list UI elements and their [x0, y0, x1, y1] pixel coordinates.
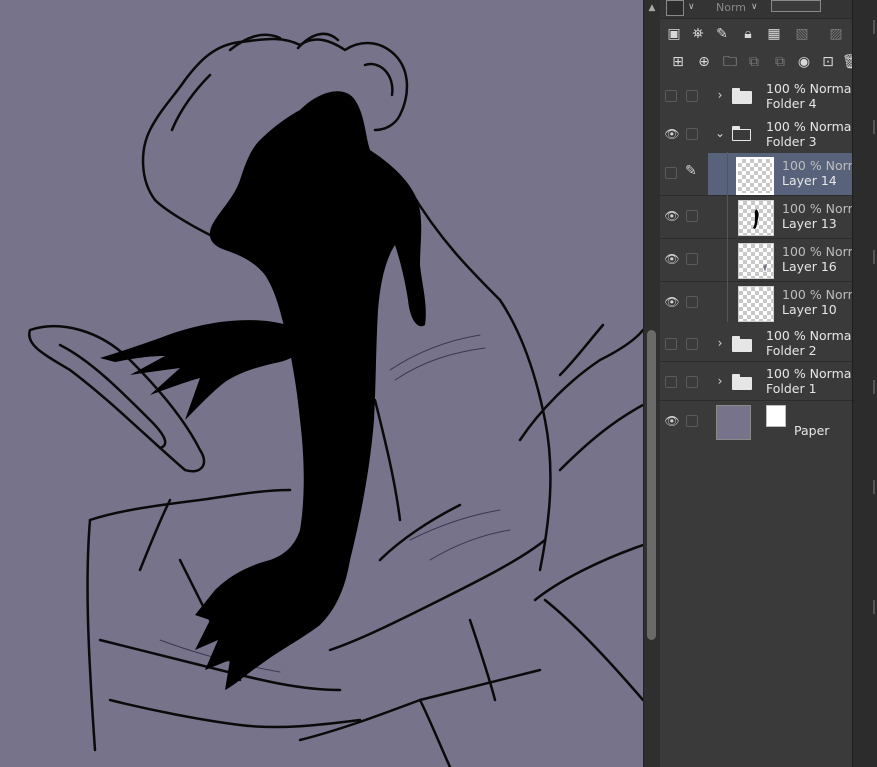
- artwork-sketch: [27, 32, 643, 767]
- open-folder-icon: [732, 126, 752, 142]
- layer-toolbar-row-2: ⊞ ⊕ 🗀︎ ⧉ ⧉ ◉ ⊡ 🗑︎: [660, 48, 860, 76]
- thumbnail-stroke: [763, 264, 767, 272]
- tree-indent-line: [727, 152, 728, 322]
- layer-color-swatch[interactable]: [666, 0, 684, 16]
- scroll-up-arrow-icon[interactable]: ▲: [646, 2, 658, 14]
- palette-divider: [873, 380, 875, 394]
- lock-icon[interactable]: 🔒︎: [738, 24, 758, 44]
- canvas-vertical-scrollbar[interactable]: ▲: [643, 0, 660, 767]
- paper-thumbnail: [716, 405, 751, 440]
- create-mask-icon[interactable]: ◉: [794, 52, 814, 72]
- layer-name: Folder 2: [766, 343, 817, 358]
- visibility-toggle[interactable]: [665, 90, 677, 102]
- side-palette-strip: [852, 0, 877, 767]
- thumbnail-figure: [753, 209, 759, 229]
- layer-panel: ∨ Norm ∨ ▣ ⛯ ✎ 🔒︎ ▦ ▧ ▨ ⊞ ⊕ 🗀︎ ⧉ ⧉ ◉ ⊡ 🗑…: [660, 0, 867, 767]
- layer-row-layer-10[interactable]: 👁︎ 100 % Norma Layer 10: [660, 282, 867, 325]
- blend-chevron-down-icon[interactable]: ∨: [751, 2, 758, 12]
- lock-toggle[interactable]: [686, 210, 698, 222]
- chevron-right-icon[interactable]: ›: [714, 374, 726, 388]
- pen-icon: ✎: [685, 163, 697, 179]
- palette-divider: [873, 600, 875, 614]
- opacity-slider[interactable]: [771, 0, 821, 12]
- layer-blend-label: 100 % Normal: [766, 81, 855, 96]
- folder-icon: [732, 336, 752, 352]
- layer-blend-label: 100 % Normal: [766, 328, 855, 343]
- palette-divider: [873, 20, 875, 34]
- layer-thumbnail: [736, 157, 774, 195]
- paper-layer-icon: [766, 405, 786, 427]
- layer-name: Paper: [794, 423, 830, 438]
- lock-toggle[interactable]: [686, 296, 698, 308]
- new-vector-layer-icon[interactable]: ⊕: [694, 52, 714, 72]
- lock-toggle[interactable]: [686, 128, 698, 140]
- lock-toggle[interactable]: [686, 253, 698, 265]
- lock-toggle[interactable]: [686, 338, 698, 350]
- apply-mask-icon[interactable]: ⊡: [818, 52, 838, 72]
- layer-folder-icon[interactable]: ▣: [664, 24, 684, 44]
- lock-transparency-icon[interactable]: ▦: [764, 24, 784, 44]
- new-folder-icon[interactable]: 🗀︎: [720, 52, 740, 72]
- merge-down-icon[interactable]: ⧉: [770, 52, 790, 72]
- reference-layer-icon[interactable]: ⛯: [688, 24, 708, 44]
- layer-thumbnail: [738, 286, 774, 322]
- layer-thumbnail: [738, 243, 774, 279]
- chevron-right-icon[interactable]: ›: [714, 88, 726, 102]
- eye-icon[interactable]: 👁︎: [663, 252, 681, 266]
- visibility-toggle[interactable]: [665, 167, 677, 179]
- eye-icon[interactable]: 👁︎: [663, 209, 681, 223]
- blend-mode-select[interactable]: Norm: [716, 1, 746, 14]
- eye-icon[interactable]: 👁︎: [663, 295, 681, 309]
- layer-row-layer-14[interactable]: ✎ 100 % Norma Layer 14: [660, 153, 867, 196]
- chevron-down-icon[interactable]: ⌄: [714, 126, 726, 140]
- layer-name: Layer 16: [782, 259, 837, 274]
- mask-icon[interactable]: ▨: [826, 24, 846, 44]
- palette-divider: [873, 250, 875, 264]
- visibility-toggle[interactable]: [665, 338, 677, 350]
- chevron-right-icon[interactable]: ›: [714, 336, 726, 350]
- layer-row-layer-16[interactable]: 👁︎ 100 % Norma Layer 16: [660, 239, 867, 282]
- palette-divider: [873, 480, 875, 494]
- scrollbar-thumb[interactable]: [647, 330, 656, 640]
- layer-row-layer-13[interactable]: 👁︎ 100 % Norma Layer 13: [660, 196, 867, 239]
- layer-name: Layer 14: [782, 173, 837, 188]
- layer-row-folder-3[interactable]: 👁︎ ⌄ 100 % Normal Folder 3: [660, 114, 855, 157]
- layer-blend-label: 100 % Normal: [766, 119, 855, 134]
- layer-blend-label: 100 % Normal: [766, 366, 855, 381]
- clipping-icon[interactable]: ▧: [792, 24, 812, 44]
- drawing-canvas[interactable]: [0, 0, 643, 767]
- layer-property-bar: ∨ Norm ∨: [660, 0, 852, 19]
- draft-layer-icon[interactable]: ✎: [712, 24, 732, 44]
- layer-thumbnail: [738, 200, 774, 236]
- transfer-down-icon[interactable]: ⧉: [744, 52, 764, 72]
- lock-toggle[interactable]: [686, 90, 698, 102]
- lock-toggle[interactable]: [686, 415, 698, 427]
- layer-toolbar-row-1: ▣ ⛯ ✎ 🔒︎ ▦ ▧ ▨: [660, 20, 852, 48]
- layer-name: Folder 4: [766, 96, 817, 111]
- eye-icon[interactable]: 👁︎: [663, 127, 681, 141]
- lock-toggle[interactable]: [686, 376, 698, 388]
- new-raster-layer-icon[interactable]: ⊞: [668, 52, 688, 72]
- palette-divider: [873, 120, 875, 134]
- visibility-toggle[interactable]: [665, 376, 677, 388]
- layer-list-empty-area[interactable]: [660, 443, 852, 767]
- layer-row-folder-4[interactable]: › 100 % Normal Folder 4: [660, 76, 855, 119]
- folder-icon: [732, 374, 752, 390]
- layer-row-folder-1[interactable]: › 100 % Normal Folder 1: [660, 362, 855, 401]
- layer-name: Folder 1: [766, 381, 817, 396]
- layer-name: Layer 13: [782, 216, 837, 231]
- eye-icon[interactable]: 👁︎: [663, 414, 681, 428]
- layer-row-paper[interactable]: 👁︎ Paper: [660, 401, 852, 444]
- layer-name: Folder 3: [766, 134, 817, 149]
- chevron-down-icon[interactable]: ∨: [688, 2, 695, 12]
- layer-row-folder-2[interactable]: › 100 % Normal Folder 2: [660, 324, 855, 362]
- layer-name: Layer 10: [782, 302, 837, 317]
- folder-icon: [732, 88, 752, 104]
